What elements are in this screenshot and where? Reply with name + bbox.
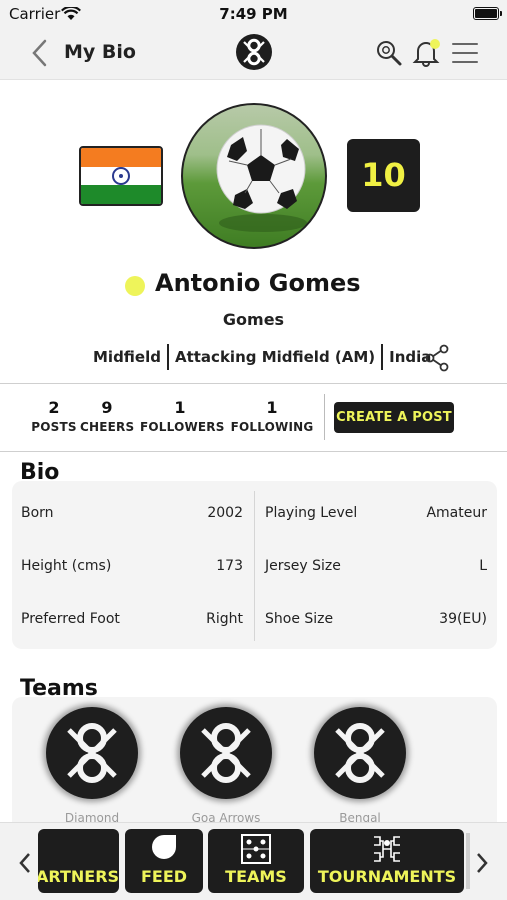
bio-value: Right: [206, 611, 243, 627]
position-separator: [166, 344, 169, 370]
back-icon[interactable]: [28, 38, 52, 68]
team-item[interactable]: Bengal: [310, 707, 410, 825]
bio-label: Height (cms): [21, 558, 112, 574]
jersey-number-badge: 10: [347, 139, 420, 212]
stat-value: 9: [101, 398, 113, 417]
divider: [0, 451, 507, 452]
teams-card: Diamond Goa Arrows Bengal: [12, 697, 497, 837]
teams-icon: [241, 834, 271, 864]
stat-label: CHEERS: [80, 420, 135, 434]
bottom-tab-bar: ARTNERS FEED TEAMS TOURNAMENTS: [0, 822, 507, 900]
tab-teams[interactable]: TEAMS: [208, 829, 304, 893]
tab-label: TEAMS: [225, 867, 287, 886]
stat-label: FOLLOWERS: [140, 420, 225, 434]
avatar[interactable]: [181, 103, 327, 249]
stat-cheers[interactable]: 9 CHEERS: [80, 398, 134, 434]
tab-label: TOURNAMENTS: [317, 867, 457, 886]
battery-icon: [473, 7, 502, 20]
stat-label: FOLLOWING: [230, 420, 314, 434]
bio-label: Jersey Size: [265, 558, 341, 574]
bio-value: Amateur: [426, 505, 487, 521]
status-bar: Carrier 7:49 PM: [0, 0, 507, 28]
menu-icon[interactable]: [452, 41, 478, 65]
bio-label: Playing Level: [265, 505, 358, 521]
stat-following[interactable]: 1 FOLLOWING: [230, 398, 314, 434]
bio-label: Preferred Foot: [21, 611, 120, 627]
soccer-ball-icon: [216, 124, 307, 232]
search-icon[interactable]: [375, 39, 403, 67]
team-logo-icon: [180, 707, 272, 799]
create-post-button[interactable]: CREATE A POST: [334, 402, 454, 433]
team-item[interactable]: Goa Arrows: [176, 707, 276, 825]
position-separator: [381, 344, 384, 370]
position-secondary: Attacking Midfield (AM): [174, 348, 376, 366]
team-item[interactable]: Diamond: [42, 707, 142, 825]
clock: 7:49 PM: [219, 5, 288, 23]
page-title: My Bio: [64, 41, 136, 63]
stat-value: 2: [48, 398, 60, 417]
stat-posts[interactable]: 2 POSTS: [27, 398, 81, 434]
stats-divider: [324, 394, 325, 440]
share-icon[interactable]: [424, 344, 450, 372]
bio-label: Shoe Size: [265, 611, 334, 627]
stat-label: POSTS: [31, 420, 77, 434]
divider: [0, 383, 507, 384]
tab-scroll-edge: [466, 833, 470, 889]
chevron-right-icon[interactable]: [473, 851, 491, 875]
team-logo-icon: [314, 707, 406, 799]
position-primary: Midfield: [93, 348, 161, 366]
player-positions: Midfield Attacking Midfield (AM) India: [93, 344, 431, 370]
bio-value: 173: [216, 558, 243, 574]
status-indicator: [125, 276, 145, 296]
tab-partners[interactable]: ARTNERS: [38, 829, 119, 893]
tournament-bracket-icon: [374, 836, 400, 862]
tab-feed[interactable]: FEED: [125, 829, 203, 893]
bio-value: L: [479, 558, 487, 574]
tab-label: FEED: [140, 867, 188, 886]
chevron-left-icon[interactable]: [16, 851, 34, 875]
app-logo-icon[interactable]: [235, 33, 273, 71]
player-name: Antonio Gomes: [155, 269, 361, 297]
team-logo-icon: [46, 707, 138, 799]
tab-tournaments[interactable]: TOURNAMENTS: [310, 829, 464, 893]
bio-value: 39(EU): [439, 611, 487, 627]
country-flag: [79, 146, 163, 206]
stat-followers[interactable]: 1 FOLLOWERS: [140, 398, 225, 434]
feed-icon: [152, 835, 176, 859]
stat-value: 1: [174, 398, 186, 417]
stat-value: 1: [266, 398, 278, 417]
bio-label: Born: [21, 505, 54, 521]
bell-icon[interactable]: [411, 37, 441, 67]
bio-column-divider: [254, 491, 255, 641]
bio-value: 2002: [207, 505, 243, 521]
player-nickname: Gomes: [222, 310, 285, 329]
tab-label: ARTNERS: [38, 867, 119, 886]
nav-bar: My Bio: [0, 28, 507, 80]
